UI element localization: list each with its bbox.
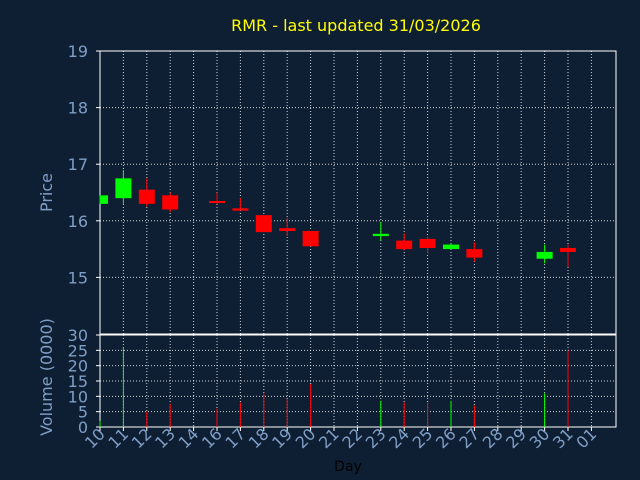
candle-body <box>419 238 436 248</box>
candle-body <box>466 249 483 258</box>
candle-body <box>302 230 319 247</box>
price-ytick-label: 18 <box>68 99 88 118</box>
chart-svg: RMR - last updated 31/03/2026 15 16 17 18 19 0… <box>37 16 617 475</box>
x-tick-label: 01 <box>572 424 600 452</box>
candle-body <box>232 208 249 211</box>
x-axis-label: Day <box>334 459 362 475</box>
volume-ytick-label: 30 <box>68 326 88 345</box>
candle-body <box>536 251 553 259</box>
price-ytick-label: 15 <box>68 268 88 287</box>
price-ytick-label: 19 <box>68 42 88 61</box>
candle-body <box>396 240 413 250</box>
candle-body <box>100 195 108 204</box>
candle-body <box>209 200 225 203</box>
candle-body <box>279 228 296 231</box>
price-panel-frame <box>99 50 617 335</box>
candle-body <box>162 195 179 210</box>
candle-body <box>255 215 272 233</box>
candle-body <box>372 233 389 237</box>
candle-body <box>115 178 132 199</box>
candle-body <box>560 247 576 252</box>
candle-body <box>138 189 155 204</box>
chart-title: RMR - last updated 31/03/2026 <box>231 16 481 35</box>
volume-axis-label: Volume (0000) <box>37 318 56 436</box>
price-ytick-label: 16 <box>68 212 88 231</box>
candle-body <box>443 244 459 250</box>
price-ytick-label: 17 <box>68 155 88 174</box>
stock-chart: RMR - last updated 31/03/2026 15 16 17 18 19 0… <box>0 0 640 480</box>
price-axis-label: Price <box>37 173 56 212</box>
